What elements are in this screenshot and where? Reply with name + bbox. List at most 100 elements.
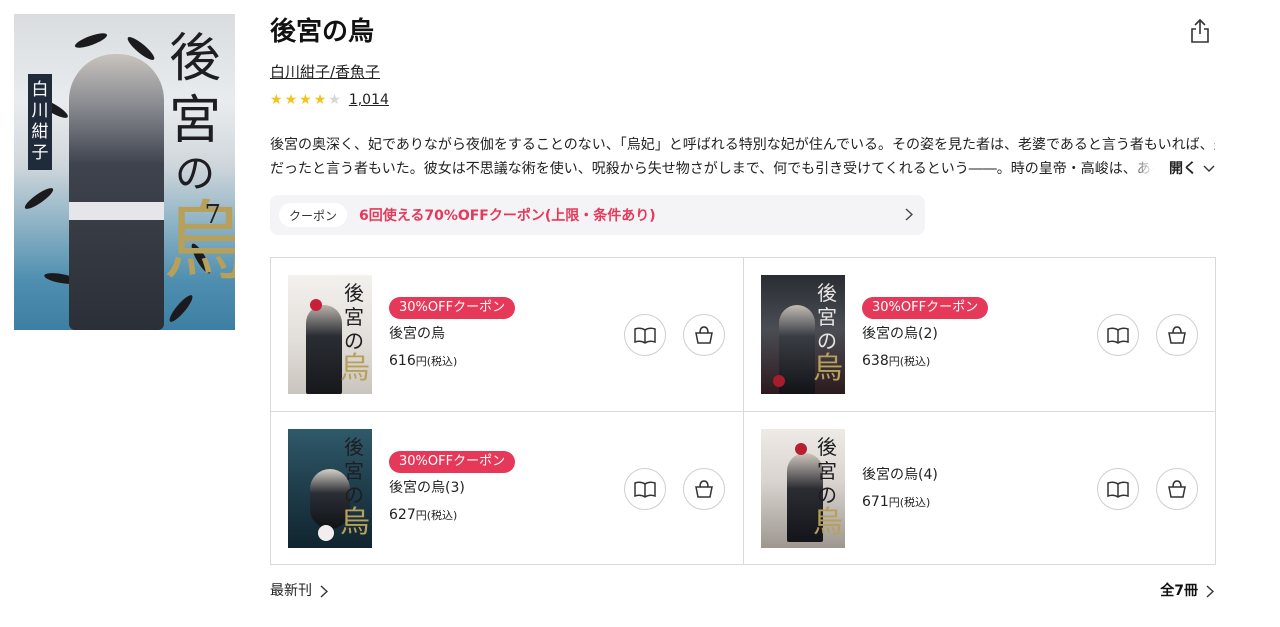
volume-grid: 後宮の烏 30%OFFクーポン 後宮の烏 616円(税込) 後宮の烏 30%OF…	[270, 257, 1216, 565]
book-open-icon	[1107, 327, 1129, 344]
shopping-basket-icon	[1168, 480, 1186, 498]
star-filled-icon: ★	[313, 92, 327, 108]
volume-item-4[interactable]: 後宮の烏 後宮の烏(4) 671円(税込)	[744, 412, 1216, 565]
price-value: 671	[862, 494, 889, 510]
cover-title-char: 宮	[168, 91, 221, 151]
shopping-basket-icon	[695, 480, 713, 498]
book-open-icon	[1107, 481, 1129, 498]
star-filled-icon: ★	[270, 92, 283, 108]
latest-label: 最新刊	[270, 583, 312, 599]
volume-cover-3[interactable]: 後宮の烏	[288, 429, 372, 548]
price-value: 638	[862, 353, 889, 369]
cover-figure	[306, 305, 342, 394]
cover-title-text: 後宮の	[344, 435, 364, 507]
expand-description-button[interactable]: 開く	[1163, 157, 1215, 181]
cover-flower	[310, 299, 322, 311]
cover-title-bird: 烏	[340, 351, 370, 386]
cover-title-bird: 烏	[813, 351, 843, 386]
volume-item-1[interactable]: 後宮の烏 30%OFFクーポン 後宮の烏 616円(税込)	[271, 258, 743, 411]
review-count-link[interactable]: 1,014	[349, 92, 389, 108]
chevron-right-icon	[320, 584, 328, 598]
volume-cover-2[interactable]: 後宮の烏	[761, 275, 845, 394]
book-open-icon	[634, 481, 656, 498]
price-unit: 円(税込)	[415, 355, 458, 368]
book-description: 後宮の奥深く、妃でありながら夜伽をすることのない、「烏妃」と呼ばれる特別な妃が住…	[270, 133, 1215, 181]
cover-title: 後宮の烏	[813, 281, 843, 386]
read-sample-button[interactable]	[624, 468, 666, 510]
volume-item-2[interactable]: 後宮の烏 30%OFFクーポン 後宮の烏(2) 638円(税込)	[744, 258, 1216, 411]
latest-volume-link[interactable]: 最新刊	[270, 581, 328, 601]
coupon-badge: 30%OFFクーポン	[862, 297, 989, 319]
coupon-banner[interactable]: クーポン 6回使える70%OFFクーポン(上限・条件あり)	[270, 195, 925, 235]
feather-decoration	[22, 185, 56, 212]
add-to-cart-button[interactable]	[1156, 314, 1198, 356]
coupon-text: 6回使える70%OFFクーポン(上限・条件あり)	[359, 208, 656, 224]
volume-cover-4[interactable]: 後宮の烏	[761, 429, 845, 548]
feather-decoration	[73, 30, 109, 51]
cover-flower	[795, 443, 807, 455]
star-filled-icon: ★	[284, 92, 298, 108]
price-value: 627	[389, 507, 416, 523]
chevron-right-icon	[905, 208, 913, 221]
shopping-basket-icon	[1168, 326, 1186, 344]
volume-cover-1[interactable]: 後宮の烏	[288, 275, 372, 394]
cover-title-text: 後宮の	[817, 281, 837, 353]
cover-title: 後宮の烏	[340, 281, 370, 386]
coupon-badge: 30%OFFクーポン	[389, 451, 516, 473]
feather-decoration	[166, 292, 196, 325]
cover-flower	[773, 375, 785, 387]
volume-price: 638円(税込)	[862, 351, 930, 372]
cover-title: 後宮の烏	[813, 435, 843, 540]
read-sample-button[interactable]	[1097, 468, 1139, 510]
volume-name: 後宮の烏(4)	[862, 467, 938, 483]
cover-title-char: の	[175, 151, 215, 197]
volume-price: 616円(税込)	[389, 351, 457, 372]
coupon-tag: クーポン	[279, 203, 348, 227]
cover-title-bird: 烏	[813, 505, 843, 540]
cover-title: 後宮の烏	[340, 435, 370, 540]
add-to-cart-button[interactable]	[1156, 468, 1198, 510]
cover-title-text: 後宮の	[817, 435, 837, 507]
cover-author-vertical: 白川紺子	[28, 74, 52, 170]
expand-label: 開く	[1169, 161, 1197, 177]
volume-name: 後宮の烏(3)	[389, 480, 465, 496]
cover-sash	[69, 202, 164, 220]
read-sample-button[interactable]	[1097, 314, 1139, 356]
volume-price: 627円(税込)	[389, 505, 457, 526]
volume-price: 671円(税込)	[862, 492, 930, 513]
cover-figure	[69, 54, 164, 330]
main-cover-image[interactable]: 白川紺子 後 宮 の 烏 7	[14, 14, 235, 330]
cover-title-vertical: 後 宮 の 烏	[163, 28, 235, 288]
share-icon	[1191, 18, 1209, 43]
add-to-cart-button[interactable]	[683, 468, 725, 510]
volume-name: 後宮の烏	[389, 326, 445, 342]
coupon-badge: 30%OFFクーポン	[389, 297, 516, 319]
description-line-truncated: だったと言う者もいた。彼女は不思議な術を使い、呪殺から失せ物さがしまで、何でも引…	[270, 157, 1215, 181]
volume-item-3[interactable]: 後宮の烏 30%OFFクーポン 後宮の烏(3) 627円(税込)	[271, 412, 743, 565]
all-volumes-label: 全7冊	[1160, 583, 1198, 599]
read-sample-button[interactable]	[624, 314, 666, 356]
add-to-cart-button[interactable]	[683, 314, 725, 356]
description-line: だったと言う者もいた。彼女は不思議な術を使い、呪殺から失せ物さがしまで、何でも引…	[270, 161, 1193, 177]
share-button[interactable]	[1188, 18, 1212, 44]
cover-title-char: 後	[168, 29, 221, 89]
description-line: 後宮の奥深く、妃でありながら夜伽をすることのない、「烏妃」と呼ばれる特別な妃が住…	[270, 137, 1215, 153]
book-open-icon	[634, 327, 656, 344]
cover-flower	[318, 525, 334, 541]
cover-title-text: 後宮の	[344, 281, 364, 353]
chevron-right-icon	[1206, 584, 1214, 598]
chevron-down-icon	[1203, 165, 1215, 172]
price-value: 616	[389, 353, 416, 369]
price-unit: 円(税込)	[415, 509, 458, 522]
price-unit: 円(税込)	[888, 355, 931, 368]
star-empty-icon: ★	[328, 92, 341, 108]
shopping-basket-icon	[695, 326, 713, 344]
cover-title-bird: 烏	[340, 505, 370, 540]
cover-volume-number: 7	[204, 200, 221, 230]
book-title: 後宮の烏	[270, 17, 375, 47]
star-filled-icon: ★	[299, 92, 312, 108]
volume-name: 後宮の烏(2)	[862, 326, 938, 342]
price-unit: 円(税込)	[888, 496, 931, 509]
author-link[interactable]: 白川紺子/香魚子	[270, 61, 380, 83]
all-volumes-link[interactable]: 全7冊	[1160, 581, 1214, 601]
